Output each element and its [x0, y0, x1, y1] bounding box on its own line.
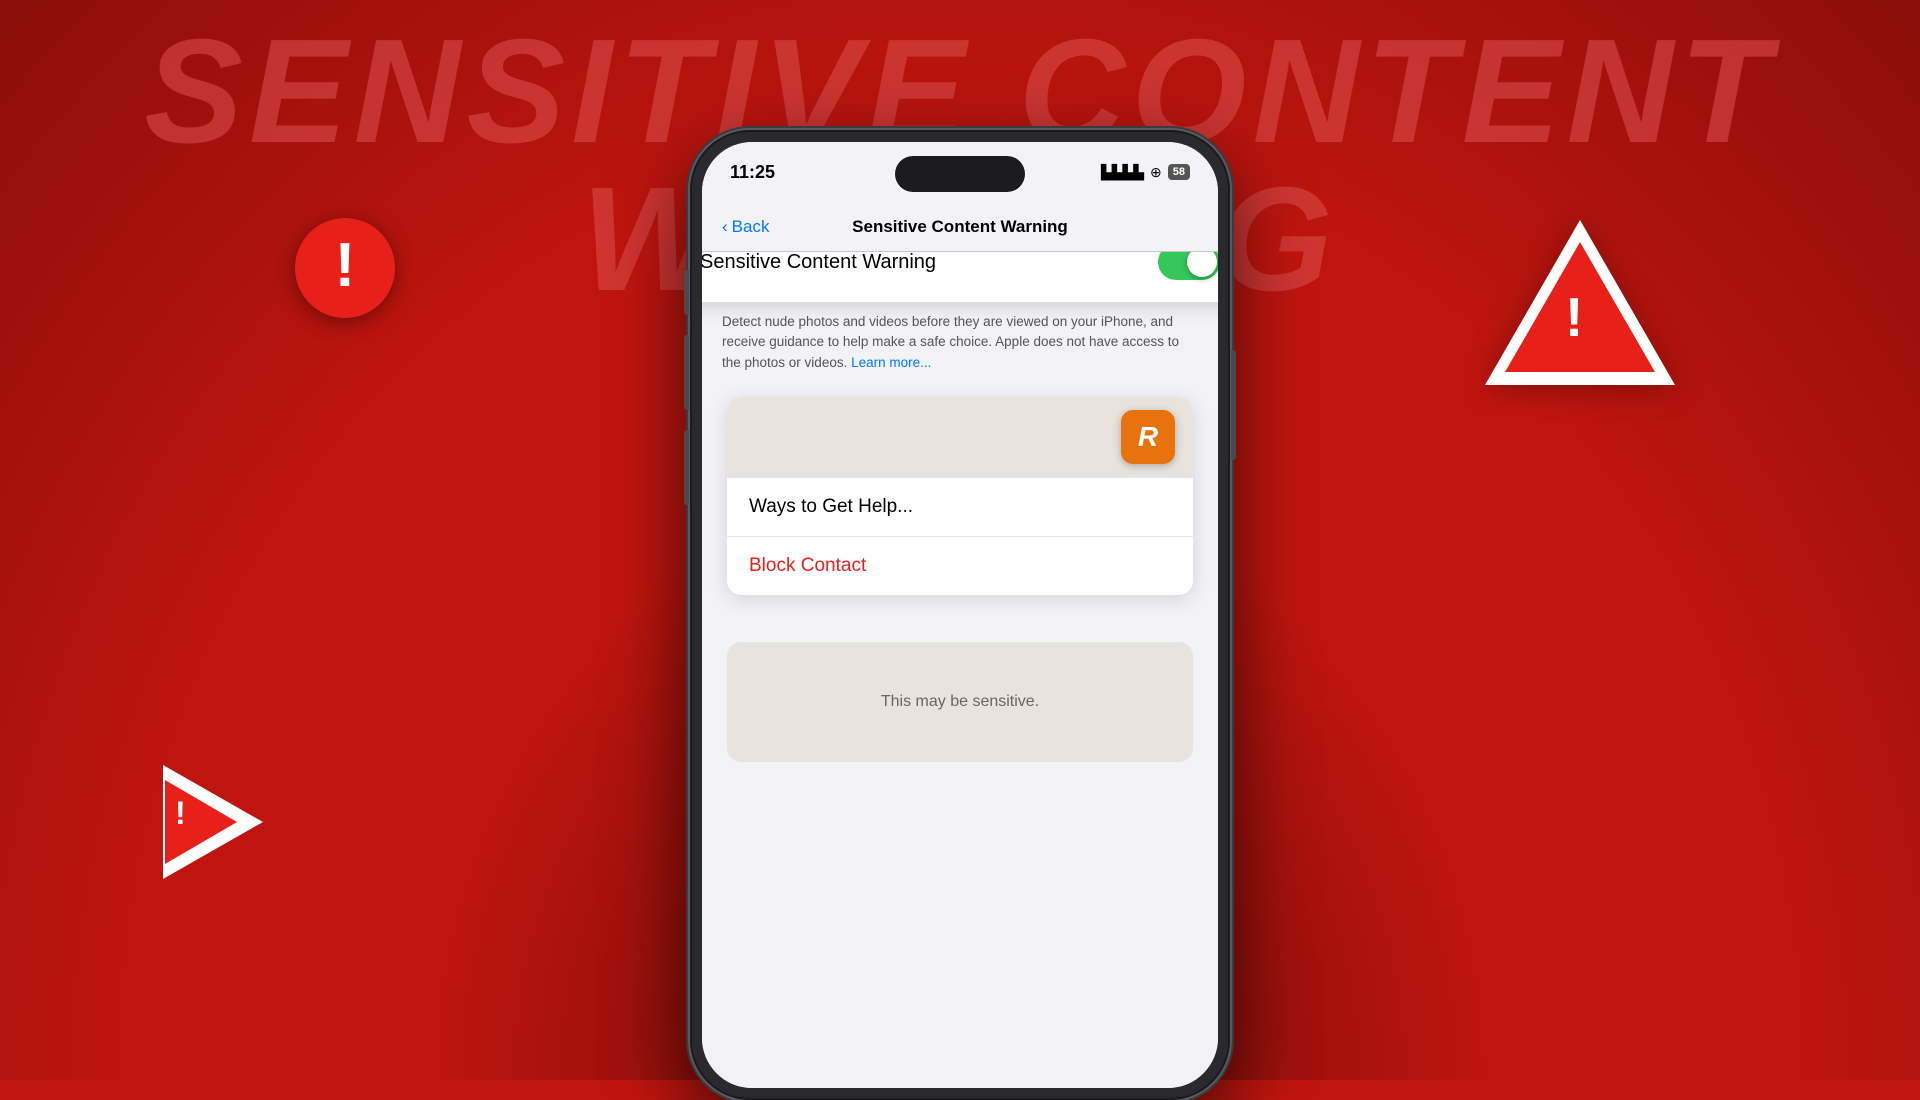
- warning-circle-icon: !: [295, 218, 395, 318]
- block-contact-item[interactable]: Block Contact: [727, 536, 1193, 595]
- exclaim-icon: !: [335, 235, 356, 297]
- volume-up-button: [684, 335, 689, 410]
- navigation-bar: ‹ Back Sensitive Content Warning: [702, 202, 1218, 252]
- triangle-exclaim-icon: !: [1565, 285, 1583, 349]
- ways-to-help-item[interactable]: Ways to Get Help...: [727, 477, 1193, 536]
- iphone-screen: 11:25 ▙▙▙▙ ⊕ 58 ‹ Back Sensitive Content…: [702, 142, 1218, 1088]
- signal-icon: ▙▙▙▙: [1101, 164, 1144, 181]
- toggle-label: Sensitive Content Warning: [702, 252, 936, 274]
- app-icon: R: [1121, 410, 1175, 464]
- toggle-card: Sensitive Content Warning: [702, 252, 1218, 302]
- learn-more-link[interactable]: Learn more...: [851, 355, 931, 370]
- sensitive-content-card: This may be sensitive.: [727, 642, 1193, 762]
- content-area: Sensitive Content Warning Detect nude ph…: [702, 252, 1218, 1088]
- description-body: Detect nude photos and videos before the…: [722, 314, 1179, 370]
- warning-triangle-icon: !: [1480, 220, 1680, 400]
- wifi-icon: ⊕: [1150, 164, 1162, 181]
- popup-menu-card: R Ways to Get Help... Block Contact: [727, 397, 1193, 595]
- status-time: 11:25: [730, 162, 775, 183]
- sensitive-text: This may be sensitive.: [881, 693, 1039, 711]
- status-icons: ▙▙▙▙ ⊕ 58: [1101, 164, 1190, 181]
- play-warning-icon: !: [155, 765, 270, 880]
- toggle-knob: [1187, 252, 1217, 277]
- block-contact-label: Block Contact: [749, 555, 866, 576]
- nav-title: Sensitive Content Warning: [852, 217, 1068, 237]
- battery-indicator: 58: [1168, 164, 1190, 180]
- ways-to-help-label: Ways to Get Help...: [749, 496, 913, 517]
- app-icon-area: R: [727, 397, 1193, 477]
- iphone-frame: 11:25 ▙▙▙▙ ⊕ 58 ‹ Back Sensitive Content…: [690, 130, 1230, 1100]
- back-label: Back: [732, 217, 770, 237]
- toggle-switch[interactable]: [1158, 252, 1218, 280]
- app-icon-letter: R: [1138, 421, 1158, 453]
- back-button[interactable]: ‹ Back: [722, 217, 769, 237]
- iphone-device: 11:25 ▙▙▙▙ ⊕ 58 ‹ Back Sensitive Content…: [690, 130, 1230, 1100]
- mute-button: [684, 270, 689, 315]
- dynamic-island: [895, 156, 1025, 192]
- chevron-left-icon: ‹: [722, 217, 728, 237]
- play-exclaim-icon: !: [175, 795, 186, 832]
- power-button: [1231, 350, 1236, 460]
- volume-down-button: [684, 430, 689, 505]
- description-text: Detect nude photos and videos before the…: [722, 312, 1198, 373]
